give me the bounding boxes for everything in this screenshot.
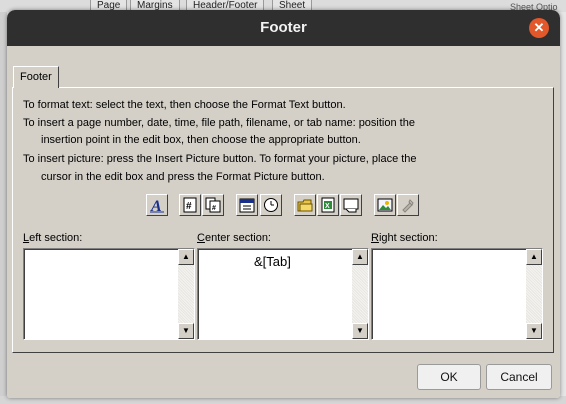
insert-time-button[interactable] (260, 194, 282, 216)
svg-text:A: A (150, 198, 162, 213)
center-section-edit-box[interactable]: &[Tab] ▲ ▼ (197, 248, 369, 340)
center-section-label: Center section: (197, 232, 271, 244)
file-name-icon: X (321, 197, 335, 213)
close-button[interactable]: ✕ (529, 18, 549, 38)
scroll-up-arrow-icon[interactable]: ▲ (178, 249, 194, 265)
close-icon: ✕ (533, 20, 545, 35)
picture-icon (377, 198, 393, 212)
background-left-strip (0, 12, 7, 404)
format-picture-icon (402, 199, 414, 213)
format-text-icon: A (150, 198, 164, 213)
svg-text:X: X (325, 203, 330, 210)
right-section-label: Right section: (371, 232, 438, 244)
insert-file-path-button[interactable] (294, 194, 316, 216)
tab-footer[interactable]: Footer (13, 66, 59, 88)
format-picture-button[interactable] (397, 194, 419, 216)
insert-date-button[interactable] (236, 194, 258, 216)
center-section-scrollbar[interactable]: ▲ ▼ (352, 249, 368, 339)
window-title: Footer (260, 19, 307, 36)
time-icon (264, 198, 278, 212)
page-number-icon: # (183, 197, 197, 213)
instruction-line: cursor in the edit box and press the For… (41, 171, 325, 183)
insert-picture-button[interactable] (374, 194, 396, 216)
title-bar[interactable]: Footer ✕ (7, 10, 560, 46)
scroll-down-arrow-icon[interactable]: ▼ (178, 323, 194, 339)
svg-text:#: # (186, 201, 192, 212)
number-of-pages-icon: # (205, 197, 221, 213)
right-section-scrollbar[interactable]: ▲ ▼ (526, 249, 542, 339)
center-section-text: &[Tab] (254, 254, 291, 269)
scroll-up-arrow-icon[interactable]: ▲ (352, 249, 368, 265)
ok-button[interactable]: OK (417, 364, 481, 390)
insert-number-of-pages-button[interactable]: # (202, 194, 224, 216)
right-section-edit-box[interactable]: ▲ ▼ (371, 248, 543, 340)
dialog-body: Footer To format text: select the text, … (7, 46, 560, 398)
insert-sheet-name-button[interactable] (340, 194, 362, 216)
format-text-button[interactable]: A (146, 194, 168, 216)
instruction-line: To format text: select the text, then ch… (23, 99, 346, 111)
instruction-line: To insert picture: press the Insert Pict… (23, 153, 417, 165)
instruction-line: insertion point in the edit box, then ch… (41, 134, 361, 146)
left-section-label: Left section: (23, 232, 83, 244)
date-icon (239, 198, 255, 213)
sheet-name-icon (343, 198, 359, 213)
scroll-down-arrow-icon[interactable]: ▼ (526, 323, 542, 339)
file-path-icon (297, 199, 313, 212)
scroll-up-arrow-icon[interactable]: ▲ (526, 249, 542, 265)
insert-page-number-button[interactable]: # (179, 194, 201, 216)
left-section-scrollbar[interactable]: ▲ ▼ (178, 249, 194, 339)
svg-text:#: # (212, 205, 216, 212)
insert-file-name-button[interactable]: X (317, 194, 339, 216)
scroll-down-arrow-icon[interactable]: ▼ (352, 323, 368, 339)
footer-dialog-window: Footer ✕ Footer To format text: select t… (7, 10, 560, 398)
left-section-edit-box[interactable]: ▲ ▼ (23, 248, 195, 340)
cancel-button[interactable]: Cancel (486, 364, 552, 390)
instruction-line: To insert a page number, date, time, fil… (23, 117, 415, 129)
